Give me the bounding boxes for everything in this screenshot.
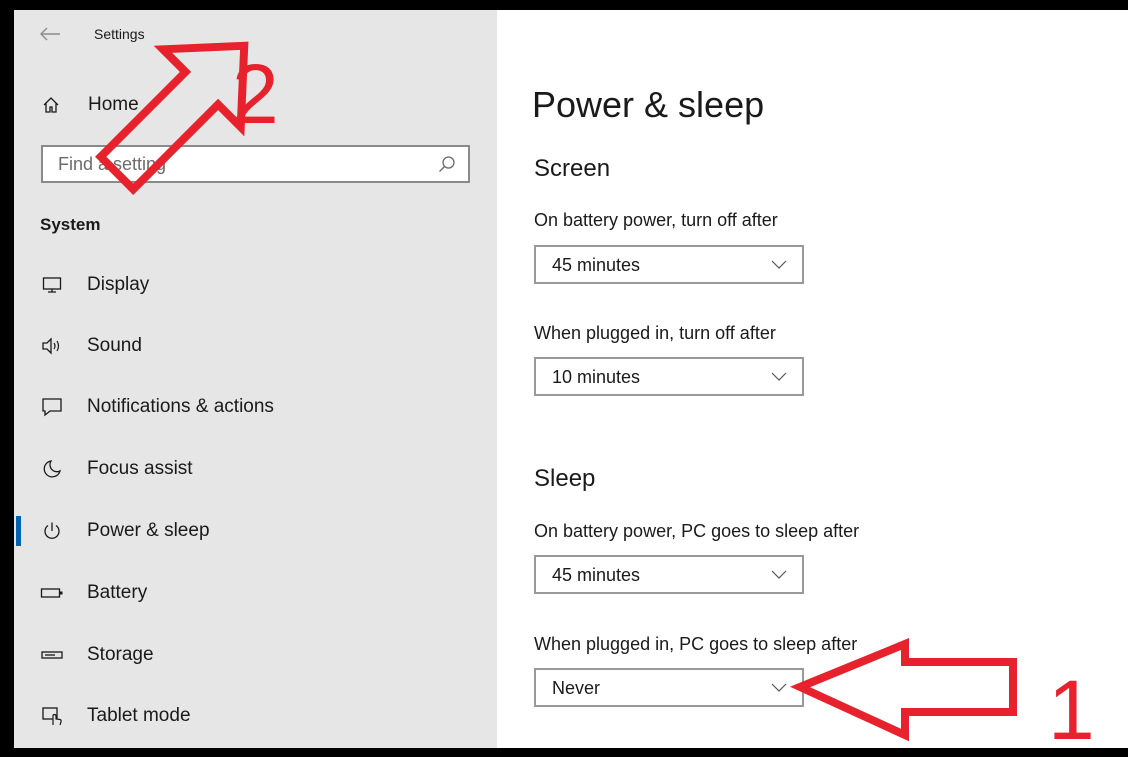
power-icon [40, 519, 64, 543]
section-heading-system: System [40, 215, 101, 234]
sleep-plugged-label: When plugged in, PC goes to sleep after [534, 634, 858, 654]
sidebar-item-label: Display [87, 274, 150, 295]
battery-icon [40, 581, 64, 605]
sidebar-item-focus-assist[interactable]: Focus assist [14, 441, 497, 497]
screen-battery-label: On battery power, turn off after [534, 210, 778, 230]
annotation-number-2: 2 [232, 47, 279, 141]
sidebar-item-display[interactable]: Display [14, 257, 497, 313]
dropdown-value: Never [552, 678, 601, 698]
sidebar-item-sound[interactable]: Sound [14, 318, 497, 374]
annotation-number-1: 1 [1048, 663, 1095, 757]
tablet-mode-icon [40, 704, 64, 728]
sidebar-item-notifications[interactable]: Notifications & actions [14, 379, 497, 435]
home-label: Home [88, 94, 139, 115]
search-icon[interactable] [436, 153, 458, 175]
search-input[interactable] [43, 152, 436, 176]
sleep-battery-dropdown[interactable]: 45 minutes [534, 555, 804, 594]
sidebar-item-label: Battery [87, 582, 148, 603]
moon-icon [40, 457, 64, 481]
sidebar-item-battery[interactable]: Battery [14, 565, 497, 621]
chevron-down-icon [771, 570, 787, 579]
sidebar-item-label: Tablet mode [87, 705, 191, 726]
sidebar-item-label: Notifications & actions [87, 396, 274, 417]
main-content: Power & sleep Screen On battery power, t… [497, 10, 1128, 748]
chevron-down-icon [771, 260, 787, 269]
sleep-plugged-dropdown[interactable]: Never [534, 668, 804, 707]
sidebar-item-storage[interactable]: Storage [14, 627, 497, 683]
notification-icon [40, 395, 64, 419]
search-box[interactable] [41, 145, 470, 183]
chevron-down-icon [771, 372, 787, 381]
speaker-icon [40, 334, 64, 358]
active-indicator [16, 516, 21, 546]
screen-battery-dropdown[interactable]: 45 minutes [534, 245, 804, 284]
back-arrow-icon [40, 27, 60, 41]
sidebar-item-label: Sound [87, 335, 142, 356]
dropdown-value: 10 minutes [552, 367, 641, 387]
dropdown-value: 45 minutes [552, 255, 641, 275]
app-title: Settings [94, 26, 145, 42]
sleep-battery-label: On battery power, PC goes to sleep after [534, 521, 860, 541]
sidebar-item-label: Storage [87, 644, 154, 665]
sidebar-item-label: Power & sleep [87, 520, 210, 541]
monitor-icon [40, 273, 64, 297]
sidebar-item-power-sleep[interactable]: Power & sleep [14, 503, 497, 559]
home-icon [40, 94, 62, 116]
screen-plugged-label: When plugged in, turn off after [534, 323, 776, 343]
home-nav-item[interactable]: Home [40, 90, 139, 120]
sidebar-item-label: Focus assist [87, 458, 193, 479]
page-title: Power & sleep [532, 84, 765, 125]
sleep-heading: Sleep [534, 465, 596, 492]
sidebar-item-tablet-mode[interactable]: Tablet mode [14, 688, 497, 744]
settings-window: Settings Home System [14, 10, 1128, 748]
back-button[interactable] [36, 22, 64, 46]
storage-icon [40, 643, 64, 667]
dropdown-value: 45 minutes [552, 565, 641, 585]
screen-plugged-dropdown[interactable]: 10 minutes [534, 357, 804, 396]
screen-heading: Screen [534, 155, 611, 182]
chevron-down-icon [771, 683, 787, 692]
